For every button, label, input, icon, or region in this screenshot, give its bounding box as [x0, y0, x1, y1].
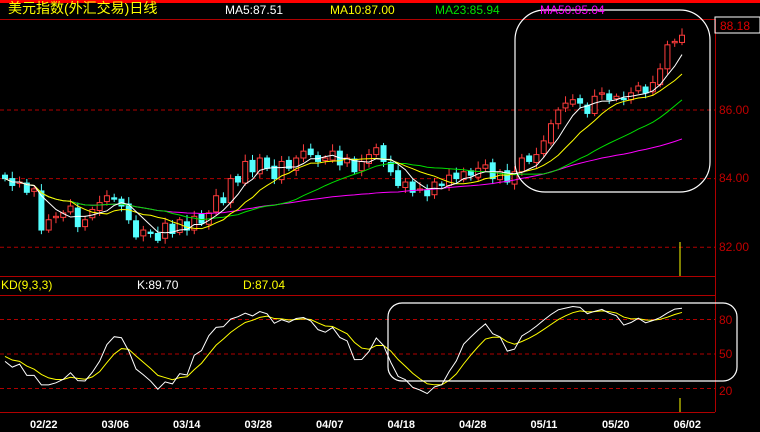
candle-up	[227, 178, 234, 204]
candle-down	[453, 172, 460, 180]
candle-up	[569, 99, 576, 105]
candle-down	[249, 159, 256, 173]
candle-up	[671, 40, 678, 44]
date-label: 03/14	[173, 419, 201, 431]
candle-down	[198, 213, 205, 224]
date-label: 05/20	[602, 419, 630, 431]
date-label: 04/18	[387, 419, 416, 431]
candle-down	[424, 189, 431, 197]
price-tick: 82.00	[719, 240, 750, 254]
price-tick: 86.00	[719, 103, 750, 117]
candle-up	[482, 164, 489, 169]
candle-up	[635, 85, 642, 92]
candle-down	[111, 197, 118, 200]
highlight-box-kd	[387, 302, 738, 382]
candle-up	[598, 92, 605, 95]
candle-up	[679, 34, 685, 43]
candle-up	[562, 102, 569, 109]
chart-title: 美元指数(外汇交易)日线	[8, 0, 158, 16]
candle-up	[300, 150, 307, 159]
candle-up	[547, 123, 554, 144]
candle-down	[147, 231, 154, 234]
candle-down	[220, 197, 227, 204]
date-label: 03/06	[101, 419, 130, 431]
candle-up	[373, 147, 380, 156]
kd-tick: 50	[719, 347, 733, 361]
candle-down	[526, 155, 533, 162]
candle-down	[74, 207, 81, 228]
candle-up	[402, 181, 409, 189]
kd-tick: 80	[719, 313, 733, 327]
d-value: D:87.04	[243, 278, 286, 292]
candle-up	[256, 157, 263, 175]
candle-up	[67, 205, 74, 213]
date-label: 04/07	[316, 419, 344, 431]
chart-canvas[interactable]	[0, 0, 760, 424]
k-value: K:89.70	[137, 278, 179, 292]
candle-down	[489, 162, 496, 180]
candle-up	[213, 195, 220, 213]
candle-down	[264, 157, 271, 169]
price-tick: 84.00	[719, 171, 750, 185]
candle-up	[555, 109, 562, 125]
candle-up	[89, 208, 96, 219]
candle-down	[577, 98, 584, 104]
candle-up	[103, 195, 110, 203]
candle-down	[133, 220, 140, 238]
candle-down	[307, 148, 314, 156]
candle-up	[45, 219, 52, 231]
date-label: 02/22	[30, 419, 58, 431]
candle-down	[2, 174, 8, 180]
candle-up	[358, 160, 365, 172]
d-line	[4, 310, 683, 386]
candle-down	[438, 183, 445, 186]
candle-up	[140, 229, 147, 237]
candle-up	[664, 44, 671, 70]
candle-up	[52, 215, 59, 219]
candle-up	[518, 157, 525, 173]
candle-down	[642, 86, 649, 94]
date-label: 06/02	[673, 419, 702, 431]
candle-up	[591, 95, 598, 114]
candle-up	[533, 154, 540, 163]
candle-down	[395, 170, 402, 186]
candle-up	[540, 140, 547, 155]
kd-tick: 20	[719, 384, 733, 398]
candle-up	[31, 188, 38, 192]
candle-down	[606, 93, 613, 101]
date-label: 03/28	[244, 419, 273, 431]
ma10-label: MA10:87.00	[330, 3, 395, 17]
current-price-label: 88.18	[720, 19, 751, 33]
candle-up	[242, 160, 249, 184]
candle-down	[154, 232, 161, 241]
candle-down	[234, 176, 241, 183]
ma5-label: MA5:87.51	[225, 3, 284, 17]
date-label: 05/11	[530, 419, 558, 431]
candle-up	[475, 167, 482, 178]
candle-up	[446, 174, 453, 186]
date-label: 04/28	[459, 419, 487, 431]
candle-up	[162, 222, 169, 239]
kd-label: KD(9,3,3)	[1, 278, 53, 292]
ma50-label: MA50:85.04	[540, 3, 605, 17]
candle-up	[613, 95, 620, 100]
ma5-line	[4, 54, 683, 234]
candle-down	[620, 97, 627, 101]
candle-up	[82, 219, 89, 228]
candle-up	[96, 202, 103, 211]
candle-up	[322, 157, 329, 161]
ma23-label: MA23:85.94	[435, 3, 500, 17]
